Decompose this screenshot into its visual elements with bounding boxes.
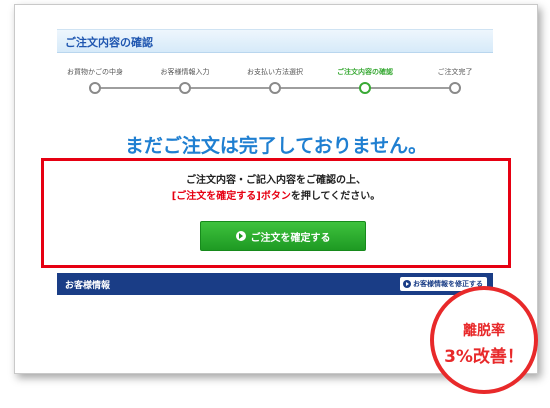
confirm-order-button[interactable]: ご注文を確定する bbox=[200, 221, 366, 251]
step-dot bbox=[449, 82, 461, 94]
play-circle-icon bbox=[235, 231, 246, 241]
step-label: お買物かごの中身 bbox=[67, 68, 123, 76]
confirm-notice-box: ご注文内容・ご記入内容をご確認の上、 [ご注文を確定する]ボタンを押してください… bbox=[41, 158, 511, 268]
step-cart: お買物かごの中身 bbox=[51, 67, 139, 94]
notice-button-name: [ご注文を確定する]ボタン bbox=[171, 191, 291, 202]
step-dot-active bbox=[359, 82, 371, 94]
step-label: ご注文内容の確認 bbox=[337, 68, 393, 76]
step-dot bbox=[269, 82, 281, 94]
step-confirm-current: ご注文内容の確認 bbox=[321, 67, 409, 94]
notice-line-2-rest: を押してください。 bbox=[290, 191, 381, 202]
badge-line-2: 3%改善！ bbox=[444, 347, 524, 367]
section-header: ご注文内容の確認 bbox=[57, 29, 493, 53]
customer-info-header: お客様情報 お客様情報を修正する bbox=[57, 273, 493, 295]
step-payment: お支払い方法選択 bbox=[231, 67, 319, 94]
step-customer-info: お客様情報入力 bbox=[141, 67, 229, 94]
notice-line-1: ご注文内容・ご記入内容をご確認の上、 bbox=[186, 175, 366, 186]
step-label: お客様情報入力 bbox=[160, 68, 210, 76]
play-circle-icon bbox=[403, 280, 411, 288]
confirm-order-label: ご注文を確定する bbox=[250, 232, 331, 244]
improvement-badge: 離脱率 3%改善！ bbox=[430, 286, 538, 394]
notice-line-2: [ご注文を確定する]ボタンを押してください。 bbox=[44, 187, 508, 202]
step-dot bbox=[89, 82, 101, 94]
step-dot bbox=[179, 82, 191, 94]
step-label: お支払い方法選択 bbox=[247, 68, 303, 76]
customer-info-title: お客様情報 bbox=[65, 281, 111, 291]
not-complete-headline: まだご注文は完了しておりません。 bbox=[124, 135, 428, 157]
progress-steps: お買物かごの中身 お客様情報入力 お支払い方法選択 ご注文内容の確認 ご注文完了 bbox=[55, 67, 495, 101]
page-title: ご注文内容の確認 bbox=[65, 36, 153, 49]
step-label: ご注文完了 bbox=[437, 68, 473, 76]
step-complete: ご注文完了 bbox=[411, 67, 499, 94]
badge-line-1: 離脱率 bbox=[463, 323, 505, 339]
